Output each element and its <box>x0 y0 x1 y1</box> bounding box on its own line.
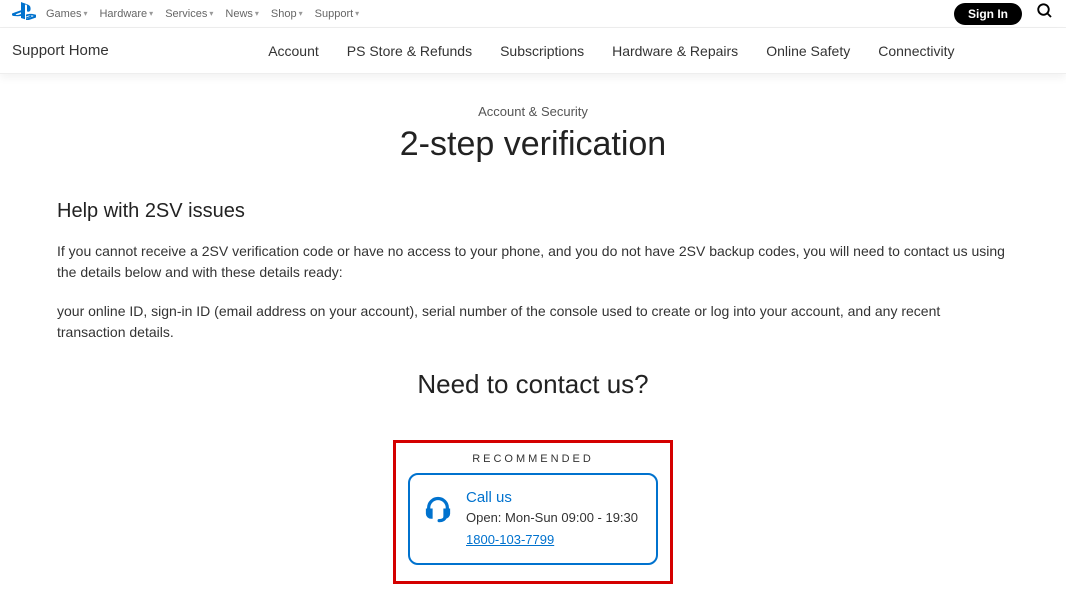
call-hours: Open: Mon-Sun 09:00 - 19:30 <box>466 510 638 527</box>
chevron-down-icon: ▾ <box>83 9 87 18</box>
call-title: Call us <box>466 489 638 506</box>
contact-heading: Need to contact us? <box>57 369 1009 400</box>
section-heading: Help with 2SV issues <box>57 200 1009 223</box>
chevron-down-icon: ▾ <box>299 9 303 18</box>
sign-in-button[interactable]: Sign In <box>954 3 1022 25</box>
recommended-label: RECOMMENDED <box>408 453 658 465</box>
subnav-subscriptions[interactable]: Subscriptions <box>500 43 584 59</box>
nav-hardware[interactable]: Hardware▾ <box>99 8 153 20</box>
call-us-card[interactable]: Call us Open: Mon-Sun 09:00 - 19:30 1800… <box>408 473 658 565</box>
headset-icon <box>424 495 452 528</box>
body-paragraph-2: your online ID, sign-in ID (email addres… <box>57 301 1009 343</box>
search-icon[interactable] <box>1036 2 1054 25</box>
subnav-connectivity[interactable]: Connectivity <box>878 43 954 59</box>
nav-support[interactable]: Support▾ <box>315 8 360 20</box>
body-paragraph-1: If you cannot receive a 2SV verification… <box>57 241 1009 283</box>
support-home-link[interactable]: Support Home <box>12 42 169 59</box>
subnav-account[interactable]: Account <box>268 43 319 59</box>
subnav-hardware[interactable]: Hardware & Repairs <box>612 43 738 59</box>
recommended-highlight-box: RECOMMENDED Call us Open: Mon-Sun 09:00 … <box>393 440 673 584</box>
chevron-down-icon: ▾ <box>255 9 259 18</box>
subnav-online-safety[interactable]: Online Safety <box>766 43 850 59</box>
page-title: 2-step verification <box>57 125 1009 164</box>
call-number-link[interactable]: 1800-103-7799 <box>466 532 554 547</box>
subnav-ps-store[interactable]: PS Store & Refunds <box>347 43 472 59</box>
breadcrumb: Account & Security <box>57 104 1009 119</box>
chevron-down-icon: ▾ <box>149 9 153 18</box>
chevron-down-icon: ▾ <box>355 9 359 18</box>
nav-shop[interactable]: Shop▾ <box>271 8 303 20</box>
nav-games[interactable]: Games▾ <box>46 8 87 20</box>
ps-logo-icon[interactable] <box>12 2 36 25</box>
nav-news[interactable]: News▾ <box>225 8 259 20</box>
chevron-down-icon: ▾ <box>209 9 213 18</box>
nav-services[interactable]: Services▾ <box>165 8 213 20</box>
